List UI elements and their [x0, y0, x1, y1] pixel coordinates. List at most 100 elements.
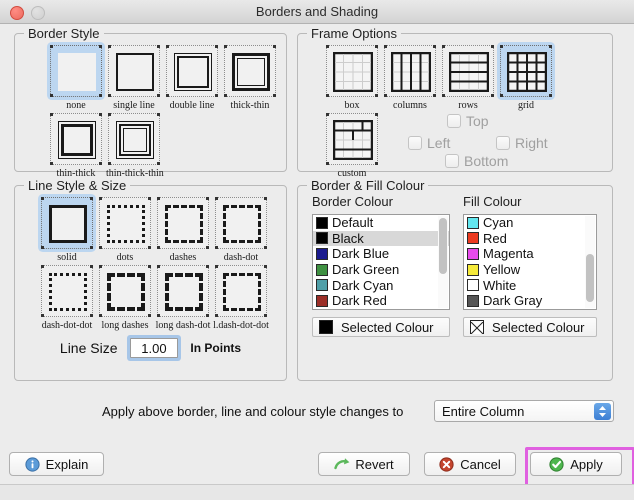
- colour-swatch: [316, 247, 328, 260]
- border-style-option-thin-thick[interactable]: thin-thick: [48, 113, 104, 179]
- borders-and-shading-dialog: Borders and Shading Border Style none si…: [0, 0, 634, 500]
- checkbox-right[interactable]: Right: [496, 135, 548, 151]
- frame-options-group: Frame Options box columns rows grid cust…: [297, 26, 613, 179]
- checkbox-top-box[interactable]: [447, 114, 461, 128]
- list-item[interactable]: Yellow: [464, 262, 596, 278]
- list-item-label: Default: [332, 215, 374, 231]
- list-item[interactable]: Cyan: [464, 215, 596, 231]
- frame-option-rows[interactable]: rows: [440, 45, 496, 111]
- list-item-label: Dark Green: [332, 262, 400, 278]
- list-item[interactable]: Default: [313, 215, 449, 231]
- border-style-option-label: thick-thin: [230, 100, 270, 111]
- line-style-option-long-dashes[interactable]: long dashes: [97, 265, 153, 331]
- list-item[interactable]: Dark Red: [313, 293, 449, 309]
- border-style-option-double-line[interactable]: double line: [164, 45, 220, 111]
- info-icon: [25, 456, 40, 472]
- colour-swatch: [316, 216, 328, 229]
- line-size-units-label: In Points: [190, 341, 242, 355]
- border-style-option-single-line[interactable]: single line: [106, 45, 162, 111]
- fill-colour-list[interactable]: Cyan Red Magenta Yellow White Dark Gray …: [463, 214, 597, 310]
- list-item[interactable]: White: [464, 277, 596, 293]
- colour-swatch: [467, 247, 479, 260]
- border-style-option-thin-thick-thin[interactable]: thin-thick-thin: [106, 113, 164, 179]
- checkbox-left[interactable]: Left: [408, 135, 450, 151]
- border-style-option-thick-thin[interactable]: thick-thin: [222, 45, 278, 111]
- list-item-label: Dark Magenta: [332, 309, 414, 310]
- line-style-option-dash-dot[interactable]: dash-dot: [213, 197, 269, 263]
- line-style-option-label: l.dash-dot-dot: [213, 320, 269, 331]
- list-item[interactable]: Dark Blue: [313, 246, 449, 262]
- line-style-option-solid[interactable]: solid: [39, 197, 95, 263]
- colour-swatch: [467, 216, 479, 229]
- fill-selected-colour[interactable]: Selected Colour: [463, 317, 597, 337]
- border-colour-list[interactable]: Default Black Dark Blue Dark Green Dark …: [312, 214, 450, 310]
- colour-swatch: [467, 263, 479, 276]
- explain-button[interactable]: Explain: [9, 452, 104, 476]
- chevron-updown-icon[interactable]: [594, 403, 611, 420]
- line-style-option-long-dash-dot[interactable]: long dash-dot: [155, 265, 211, 331]
- list-item[interactable]: Dark Green: [313, 262, 449, 278]
- line-style-option-dashes[interactable]: dashes: [155, 197, 211, 263]
- line-style-option-dots[interactable]: dots: [97, 197, 153, 263]
- line-size-row: Line Size 1.00 In Points: [15, 338, 286, 358]
- frame-option-grid[interactable]: grid: [498, 45, 554, 111]
- line-size-input[interactable]: 1.00: [129, 338, 178, 358]
- border-selected-colour-label: Selected Colour: [341, 319, 434, 335]
- border-style-option-label: single line: [113, 100, 155, 111]
- cancel-x-icon: [439, 456, 454, 472]
- list-item[interactable]: Dark Gray: [464, 293, 596, 309]
- checkbox-right-box[interactable]: [496, 136, 510, 150]
- line-style-group-title: Line Style & Size: [24, 178, 131, 193]
- list-item[interactable]: Black: [313, 230, 449, 247]
- frame-option-label: grid: [517, 100, 535, 111]
- line-style-option-l-dash-dot-dot[interactable]: l.dash-dot-dot: [213, 265, 269, 331]
- line-style-option-label: dots: [116, 252, 134, 263]
- apply-to-label: Apply above border, line and colour styl…: [102, 404, 404, 419]
- apply-to-dropdown[interactable]: Entire Column: [434, 400, 614, 422]
- frame-option-custom[interactable]: custom: [324, 113, 380, 179]
- checkbox-top-label: Top: [466, 113, 489, 129]
- checkbox-bottom-box[interactable]: [445, 154, 459, 168]
- border-style-option-none[interactable]: none: [48, 45, 104, 111]
- revert-arrow-icon: [334, 457, 350, 472]
- frame-option-columns[interactable]: columns: [382, 45, 438, 111]
- frame-option-label: box: [344, 100, 360, 111]
- list-item[interactable]: Magenta: [464, 246, 596, 262]
- checkbox-top[interactable]: Top: [447, 113, 489, 129]
- scrollbar-thumb[interactable]: [439, 218, 447, 274]
- frame-options-group-title: Frame Options: [307, 26, 401, 41]
- list-item[interactable]: Dark Magenta: [313, 309, 449, 310]
- table-columns-icon: [391, 52, 431, 92]
- frame-option-label: columns: [393, 100, 427, 111]
- list-item-label: Black: [332, 230, 364, 246]
- list-item[interactable]: Red: [464, 231, 596, 247]
- cancel-button[interactable]: Cancel: [424, 452, 516, 476]
- colour-swatch: [316, 232, 328, 245]
- colour-swatch: [316, 263, 328, 276]
- colour-swatch: [467, 279, 479, 292]
- checkbox-left-box[interactable]: [408, 136, 422, 150]
- list-item-label: White: [483, 277, 517, 293]
- checkbox-bottom[interactable]: Bottom: [445, 153, 508, 169]
- scrollbar-thumb[interactable]: [586, 254, 594, 302]
- list-item[interactable]: Gray: [464, 309, 596, 310]
- list-item-label: Dark Blue: [332, 246, 390, 262]
- checkbox-right-label: Right: [515, 135, 548, 151]
- window-title: Borders and Shading: [255, 4, 379, 19]
- border-colour-scrollbar[interactable]: [438, 216, 448, 308]
- border-style-group-title: Border Style: [24, 26, 104, 41]
- border-selected-colour[interactable]: Selected Colour: [312, 317, 450, 337]
- line-style-option-label: long dash-dot: [155, 320, 211, 331]
- revert-button[interactable]: Revert: [318, 452, 410, 476]
- colour-swatch: [467, 294, 479, 307]
- frame-option-box[interactable]: box: [324, 45, 380, 111]
- checkbox-bottom-label: Bottom: [464, 153, 509, 169]
- line-style-option-dash-dot-dot[interactable]: dash-dot-dot: [39, 265, 95, 331]
- list-item[interactable]: Dark Cyan: [313, 277, 449, 293]
- line-style-option-label: dash-dot-dot: [41, 320, 93, 331]
- border-style-group: Border Style none single line double lin…: [14, 26, 287, 179]
- fill-colour-scrollbar[interactable]: [585, 216, 595, 308]
- border-style-option-label: none: [66, 100, 86, 111]
- apply-to-selected-value: Entire Column: [442, 404, 525, 419]
- list-item-label: Magenta: [483, 246, 534, 262]
